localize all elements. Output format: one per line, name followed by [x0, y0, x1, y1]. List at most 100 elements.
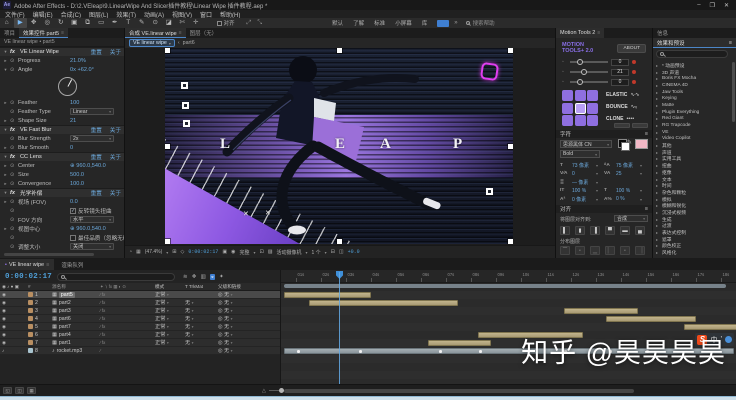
workspace-tab[interactable]: 默认	[332, 19, 343, 27]
comp-nav-layer[interactable]: part6	[183, 40, 195, 46]
workspace-tab[interactable]: 小屏幕	[395, 19, 412, 27]
layer-name[interactable]: part5	[59, 292, 75, 298]
tab-motion-tools[interactable]: Motion Tools 2 ≡	[556, 28, 604, 38]
current-timecode[interactable]: 0:00:02:17	[0, 273, 57, 281]
panel-menu-icon[interactable]: ≡	[645, 131, 648, 137]
stopwatch-icon[interactable]: ⊙	[10, 118, 16, 124]
anchor-cell[interactable]	[587, 103, 598, 114]
timeline-option-icon[interactable]: ≋	[183, 274, 188, 280]
home-tool[interactable]: ⌂	[0, 18, 14, 28]
layer-name-cell[interactable]: ♪rocket.mp3	[52, 348, 100, 354]
mt-action[interactable]: CLONE••••	[606, 116, 634, 122]
ime-settings-icon[interactable]	[725, 336, 732, 343]
workspace-tab[interactable]: 了解	[353, 19, 364, 27]
align-button[interactable]: ▀	[605, 226, 615, 235]
layer-row[interactable]: ◉4▦part6∕ fx正常 ▾无 ▾◎ 无 ▾	[0, 315, 280, 323]
effect-category-item[interactable]: ▸Matte	[653, 102, 731, 109]
visibility-eye-icon[interactable]: ◉	[0, 292, 28, 298]
char-setting-value[interactable]: 25	[616, 171, 640, 177]
layer-duration-bar[interactable]	[684, 324, 736, 330]
snap-checkbox[interactable]	[217, 21, 222, 26]
timeline-option-icon[interactable]: ❖	[192, 274, 197, 280]
layer-switches[interactable]: ∕ fx	[100, 308, 155, 313]
layer-duration-bar[interactable]	[428, 340, 491, 346]
active-workspace-indicator[interactable]	[437, 20, 449, 27]
tab-layer[interactable]: 图层（无）	[186, 28, 222, 38]
stopwatch-icon[interactable]: ⊙	[10, 217, 16, 223]
col-mode[interactable]: 模式	[155, 284, 185, 290]
parent-select[interactable]: ◎ 无 ▾	[218, 339, 279, 346]
twirl-icon[interactable]: ▸	[3, 145, 8, 151]
anchor-cell[interactable]	[562, 90, 573, 101]
mode-select[interactable]: 正常 ▾	[155, 331, 185, 338]
workspace-expand-icon[interactable]: ⤡	[257, 20, 262, 27]
layer-name[interactable]: rocket.mp3	[57, 348, 83, 354]
reset-link[interactable]: 重置	[91, 189, 102, 197]
mt-action[interactable]: ELASTIC∿∿	[606, 92, 640, 98]
effect-category-item[interactable]: ▸VE	[653, 129, 731, 136]
col-parent[interactable]: 父级和链接	[218, 284, 279, 290]
slider-value[interactable]: 0	[611, 59, 629, 66]
shape-tool[interactable]: ▭	[95, 18, 109, 28]
region-of-interest-icon[interactable]: ⊡	[260, 249, 264, 255]
resolution[interactable]: 完整	[239, 249, 249, 256]
stopwatch-icon[interactable]: ⊙	[10, 172, 16, 178]
point-value[interactable]: ⊕ 960.0,540.0	[70, 226, 106, 232]
slider-track[interactable]	[570, 71, 608, 73]
align-button[interactable]: ▄	[635, 226, 645, 235]
about-link[interactable]: 关于	[110, 153, 121, 161]
mask-visibility-icon[interactable]: ◇	[181, 249, 185, 255]
layer-switches[interactable]: ∕ fx	[100, 340, 155, 345]
layer-name[interactable]: part7	[59, 324, 71, 330]
fill-color-swatch[interactable]	[635, 139, 648, 149]
align-button[interactable]: ▬	[620, 226, 630, 235]
effect-category-item[interactable]: ▸RG Trapcode	[653, 122, 731, 129]
view-layout[interactable]: 1 个	[311, 249, 320, 256]
selection-tool[interactable]: ▶	[14, 18, 28, 28]
panel-menu-icon[interactable]: ≡	[61, 30, 64, 36]
pixel-aspect-icon[interactable]: ⊟	[331, 249, 335, 255]
align-to-select[interactable]: 合成▾	[614, 215, 648, 222]
stopwatch-icon[interactable]: ⊙	[10, 100, 16, 106]
mode-select[interactable]: 正常 ▾	[155, 307, 185, 314]
trkmat-select[interactable]: 无 ▾	[185, 323, 218, 330]
layer-anchor-handle[interactable]	[183, 120, 190, 127]
panel-menu-icon[interactable]: ≡	[179, 30, 182, 36]
anchor-cell[interactable]	[575, 103, 586, 114]
effect-category-item[interactable]: ▸Boris FX Mocha	[653, 75, 731, 82]
char-setting-value[interactable]: 0	[572, 171, 596, 177]
slider-knob[interactable]	[581, 69, 587, 75]
zoom-tool[interactable]: ◎	[41, 18, 55, 28]
distribute-button[interactable]: ▕	[635, 246, 645, 255]
keyframe-dot[interactable]	[439, 350, 442, 353]
stopwatch-icon[interactable]: ⊙	[10, 181, 16, 187]
main-viewer-icon[interactable]: ▦	[136, 249, 141, 255]
align-button[interactable]: ▐	[590, 226, 600, 235]
puppet-pin-tool[interactable]: ✛	[189, 18, 203, 28]
mode-select[interactable]: 正常 ▾	[155, 315, 185, 322]
reset-link[interactable]: 重置	[91, 153, 102, 161]
horizontal-scrollbar[interactable]	[284, 389, 634, 393]
align-button[interactable]: ▌	[560, 226, 570, 235]
layer-switches[interactable]: ∕ fx	[100, 316, 155, 321]
property-value[interactable]: 100.0	[70, 181, 84, 187]
selection-handle[interactable]	[165, 144, 170, 149]
layer-anchor-handle[interactable]	[181, 82, 188, 89]
exposure[interactable]: +0.0	[348, 249, 360, 255]
twirl-icon[interactable]: ▸	[3, 181, 8, 187]
effect-category-item[interactable]: ▸CINEMA 4D	[653, 82, 731, 89]
layer-color-chip[interactable]	[28, 340, 33, 345]
anchor-cell[interactable]	[575, 90, 586, 101]
snapshot-icon[interactable]: ▣	[222, 249, 227, 255]
layer-switches[interactable]: ∕ fx	[100, 292, 155, 297]
property-checkbox[interactable]	[70, 235, 76, 241]
workspace-overflow[interactable]: »	[454, 20, 457, 26]
effect-category-item[interactable]: ▸3D 声道	[653, 69, 731, 76]
layer-anchor-handle[interactable]	[182, 102, 189, 109]
property-value[interactable]: 21	[70, 118, 76, 124]
twirl-icon[interactable]: ▸	[3, 226, 8, 232]
keyframe-dot[interactable]	[297, 350, 300, 353]
font-family-select[interactable]: 思源黑体 CN▾	[560, 140, 612, 148]
stopwatch-icon[interactable]: ⊙	[10, 67, 16, 73]
mt-action[interactable]: BOUNCE∿ᵥ	[606, 104, 637, 110]
